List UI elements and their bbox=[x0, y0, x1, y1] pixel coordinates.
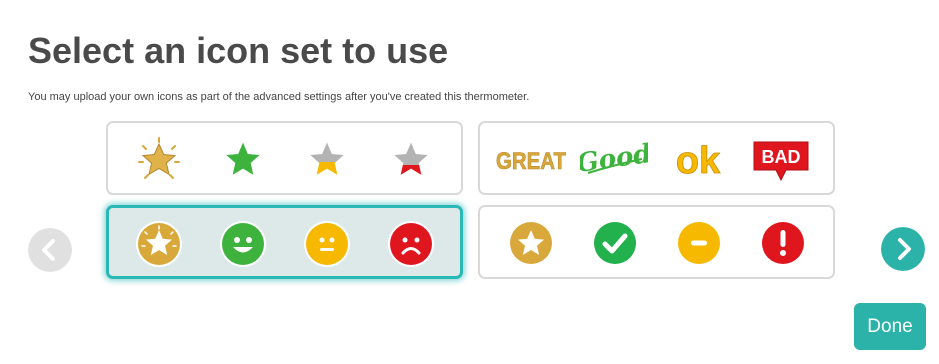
great-word-icon: GREAT bbox=[496, 148, 567, 176]
half-red-star-icon bbox=[389, 137, 433, 179]
done-button[interactable]: Done bbox=[854, 303, 926, 350]
half-yellow-star-icon bbox=[305, 137, 349, 179]
good-word-icon: Good bbox=[580, 139, 648, 179]
page-title: Select an icon set to use bbox=[28, 30, 449, 71]
next-button[interactable] bbox=[881, 227, 925, 271]
red-exclamation-icon bbox=[760, 220, 806, 266]
icon-set-symbols[interactable] bbox=[478, 205, 835, 279]
happy-face-icon bbox=[220, 221, 266, 267]
page-subtitle: You may upload your own icons as part of… bbox=[28, 91, 530, 103]
icon-set-words[interactable]: GREAT Good ok BAD bbox=[478, 121, 835, 195]
sad-face-icon bbox=[388, 221, 434, 267]
prev-button[interactable] bbox=[28, 228, 72, 272]
neutral-face-icon bbox=[304, 221, 350, 267]
ok-word-label: ok bbox=[676, 140, 721, 181]
ok-word-icon: ok bbox=[675, 140, 721, 181]
icon-set-stars[interactable] bbox=[106, 121, 463, 195]
gold-star-badge-icon bbox=[136, 221, 182, 267]
bad-word-label: BAD bbox=[762, 147, 801, 167]
gold-star-circle-icon bbox=[508, 220, 554, 266]
gold-sparkle-star-icon bbox=[138, 137, 180, 179]
green-check-icon bbox=[592, 220, 638, 266]
green-star-icon bbox=[221, 137, 265, 179]
great-word-label: GREAT bbox=[496, 148, 566, 175]
icon-set-faces[interactable] bbox=[106, 205, 463, 279]
bad-banner-icon: BAD bbox=[753, 141, 809, 182]
yellow-minus-icon bbox=[676, 220, 722, 266]
